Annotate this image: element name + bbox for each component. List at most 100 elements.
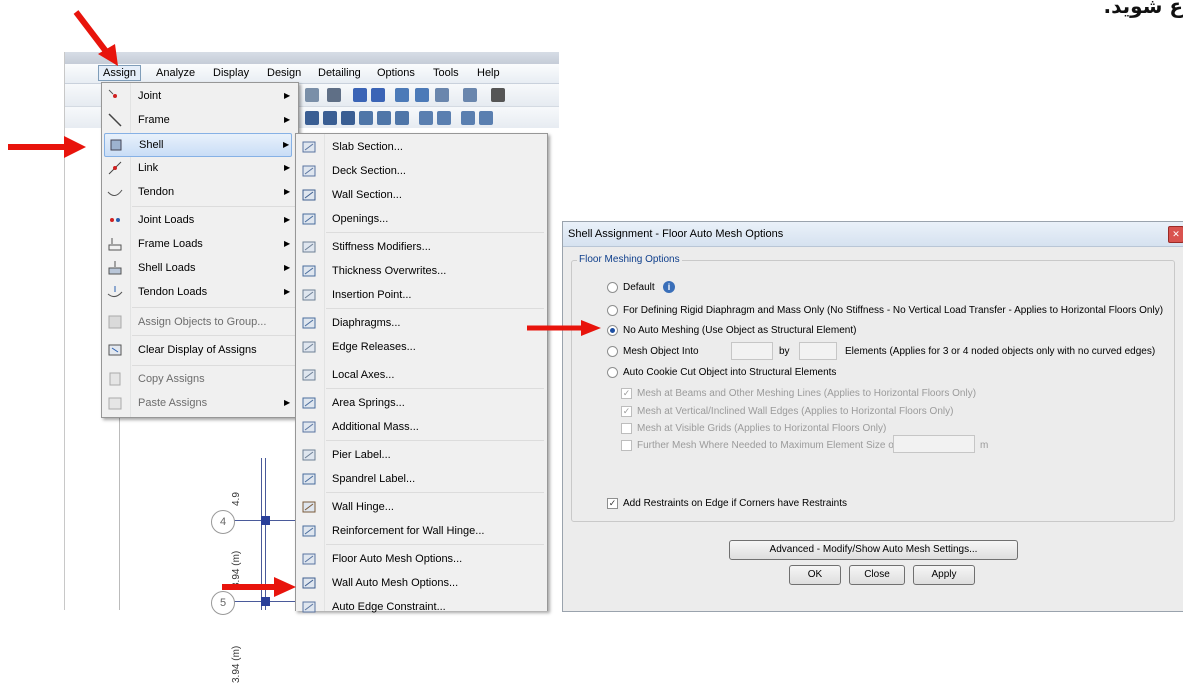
submenu-item-auto-edge-constraint[interactable]: Auto Edge Constraint... <box>298 596 543 618</box>
submenu-item-spandrel-label[interactable]: Spandrel Label... <box>298 468 543 490</box>
submenu-item-label: Pier Label... <box>332 449 391 461</box>
menu-item-tendon[interactable]: Tendon ▶ <box>104 181 294 203</box>
down-icon[interactable] <box>371 88 385 102</box>
max-element-size-input[interactable] <box>893 435 975 453</box>
radio-cookie-cut[interactable] <box>607 367 618 378</box>
group-icon <box>107 314 123 330</box>
check-further-mesh[interactable] <box>621 440 632 451</box>
submenu-item-local-axes[interactable]: Local Axes... <box>298 364 543 386</box>
advanced-settings-button[interactable]: Advanced - Modify/Show Auto Mesh Setting… <box>729 540 1018 560</box>
menu-item-shell[interactable]: Shell ▶ <box>104 133 292 157</box>
frame-icon[interactable] <box>491 88 505 102</box>
diaphragms-icon <box>301 315 317 331</box>
submenu-item-wall-section[interactable]: Wall Section... <box>298 184 543 206</box>
menu-design[interactable]: Design <box>267 67 301 79</box>
draw5-icon[interactable] <box>377 111 391 125</box>
submenu-item-diaphragms[interactable]: Diaphragms... <box>298 312 543 334</box>
mesh-into-suffix: Elements (Applies for 3 or 4 noded objec… <box>845 346 1155 357</box>
floor-auto-mesh-dialog: Shell Assignment - Floor Auto Mesh Optio… <box>562 221 1183 612</box>
submenu-item-stiffness-modifiers[interactable]: Stiffness Modifiers... <box>298 236 543 258</box>
menu-item-shell-loads[interactable]: Shell Loads ▶ <box>104 257 294 279</box>
draw3-icon[interactable] <box>341 111 355 125</box>
menu-item-paste-assigns[interactable]: Paste Assigns ▶ <box>104 392 294 414</box>
ok-button[interactable]: OK <box>789 565 841 585</box>
cube-icon[interactable] <box>463 88 477 102</box>
insertion-point-icon <box>301 287 317 303</box>
check-add-restraints[interactable]: ✓ <box>607 498 618 509</box>
menu-item-clear-display[interactable]: Clear Display of Assigns <box>104 339 294 361</box>
radio-default[interactable] <box>607 282 618 293</box>
draw4-icon[interactable] <box>359 111 373 125</box>
close-icon[interactable]: ✕ <box>1168 226 1183 243</box>
deck-section-icon <box>301 163 317 179</box>
submenu-item-deck-section[interactable]: Deck Section... <box>298 160 543 182</box>
submenu-item-label: Local Axes... <box>332 369 394 381</box>
draw6-icon[interactable] <box>395 111 409 125</box>
menu-item-assign-group[interactable]: Assign Objects to Group... <box>104 311 294 333</box>
submenu-item-slab-section[interactable]: Slab Section... <box>298 136 543 158</box>
submenu-item-thickness-overwrites[interactable]: Thickness Overwrites... <box>298 260 543 282</box>
draw10-icon[interactable] <box>479 111 493 125</box>
reinforcement-hinge-icon <box>301 523 317 539</box>
menu-item-label: Paste Assigns <box>138 397 207 409</box>
submenu-item-label: Wall Hinge... <box>332 501 394 513</box>
submenu-item-openings[interactable]: Openings... <box>298 208 543 230</box>
view2-icon[interactable] <box>435 88 449 102</box>
submenu-item-insertion-point[interactable]: Insertion Point... <box>298 284 543 306</box>
menu-display[interactable]: Display <box>213 67 249 79</box>
up-icon[interactable] <box>353 88 367 102</box>
apply-button[interactable]: Apply <box>913 565 975 585</box>
menu-detailing[interactable]: Detailing <box>318 67 361 79</box>
joint-node[interactable] <box>261 516 270 525</box>
menu-analyze[interactable]: Analyze <box>156 67 195 79</box>
joint-node[interactable] <box>261 597 270 606</box>
link-icon <box>107 160 123 176</box>
menu-item-tendon-loads[interactable]: Tendon Loads ▶ <box>104 281 294 303</box>
draw7-icon[interactable] <box>419 111 433 125</box>
info-icon[interactable]: i <box>663 281 675 293</box>
radio-rigid-diaphragm[interactable] <box>607 305 618 316</box>
submenu-arrow-icon: ▶ <box>284 398 290 407</box>
mesh-n1-input[interactable] <box>731 342 773 360</box>
dialog-title: Shell Assignment - Floor Auto Mesh Optio… <box>568 228 783 240</box>
submenu-item-additional-mass[interactable]: Additional Mass... <box>298 416 543 438</box>
joint-icon <box>107 88 123 104</box>
draw9-icon[interactable] <box>461 111 475 125</box>
submenu-item-floor-auto-mesh-options[interactable]: Floor Auto Mesh Options... <box>298 548 543 570</box>
menu-help[interactable]: Help <box>477 67 500 79</box>
menu-item-link[interactable]: Link ▶ <box>104 157 294 179</box>
mesh-n2-input[interactable] <box>799 342 837 360</box>
menu-item-frame[interactable]: Frame ▶ <box>104 109 294 131</box>
check-mesh-walls[interactable]: ✓ <box>621 406 632 417</box>
submenu-item-wall-auto-mesh-options[interactable]: Wall Auto Mesh Options... <box>298 572 543 594</box>
menu-item-joint-loads[interactable]: Joint Loads ▶ <box>104 209 294 231</box>
grid-icon[interactable] <box>395 88 409 102</box>
refresh-icon[interactable] <box>327 88 341 102</box>
close-button[interactable]: Close <box>849 565 905 585</box>
option-mesh-into-label: Mesh Object Into <box>623 346 699 357</box>
submenu-item-pier-label[interactable]: Pier Label... <box>298 444 543 466</box>
submenu-item-reinforcement-for-wall-hinge[interactable]: Reinforcement for Wall Hinge... <box>298 520 543 542</box>
submenu-item-area-springs[interactable]: Area Springs... <box>298 392 543 414</box>
radio-no-auto-meshing[interactable] <box>607 325 618 336</box>
clear-display-icon <box>107 342 123 358</box>
submenu-item-label: Spandrel Label... <box>332 473 415 485</box>
view-icon[interactable] <box>415 88 429 102</box>
menu-options[interactable]: Options <box>377 67 415 79</box>
radio-mesh-object-into[interactable] <box>607 346 618 357</box>
by-label: by <box>779 346 790 357</box>
draw2-icon[interactable] <box>323 111 337 125</box>
submenu-item-wall-hinge[interactable]: Wall Hinge... <box>298 496 543 518</box>
submenu-item-edge-releases[interactable]: Edge Releases... <box>298 336 543 358</box>
check-mesh-grids[interactable] <box>621 423 632 434</box>
menu-item-copy-assigns[interactable]: Copy Assigns <box>104 368 294 390</box>
undo-icon[interactable] <box>305 88 319 102</box>
draw-icon[interactable] <box>305 111 319 125</box>
menu-item-joint[interactable]: Joint ▶ <box>104 85 294 107</box>
menu-item-frame-loads[interactable]: Frame Loads ▶ <box>104 233 294 255</box>
menu-item-label: Assign Objects to Group... <box>138 316 266 328</box>
draw8-icon[interactable] <box>437 111 451 125</box>
persian-caption: ع شوید. <box>1104 0 1183 18</box>
menu-tools[interactable]: Tools <box>433 67 459 79</box>
check-mesh-beams[interactable]: ✓ <box>621 388 632 399</box>
